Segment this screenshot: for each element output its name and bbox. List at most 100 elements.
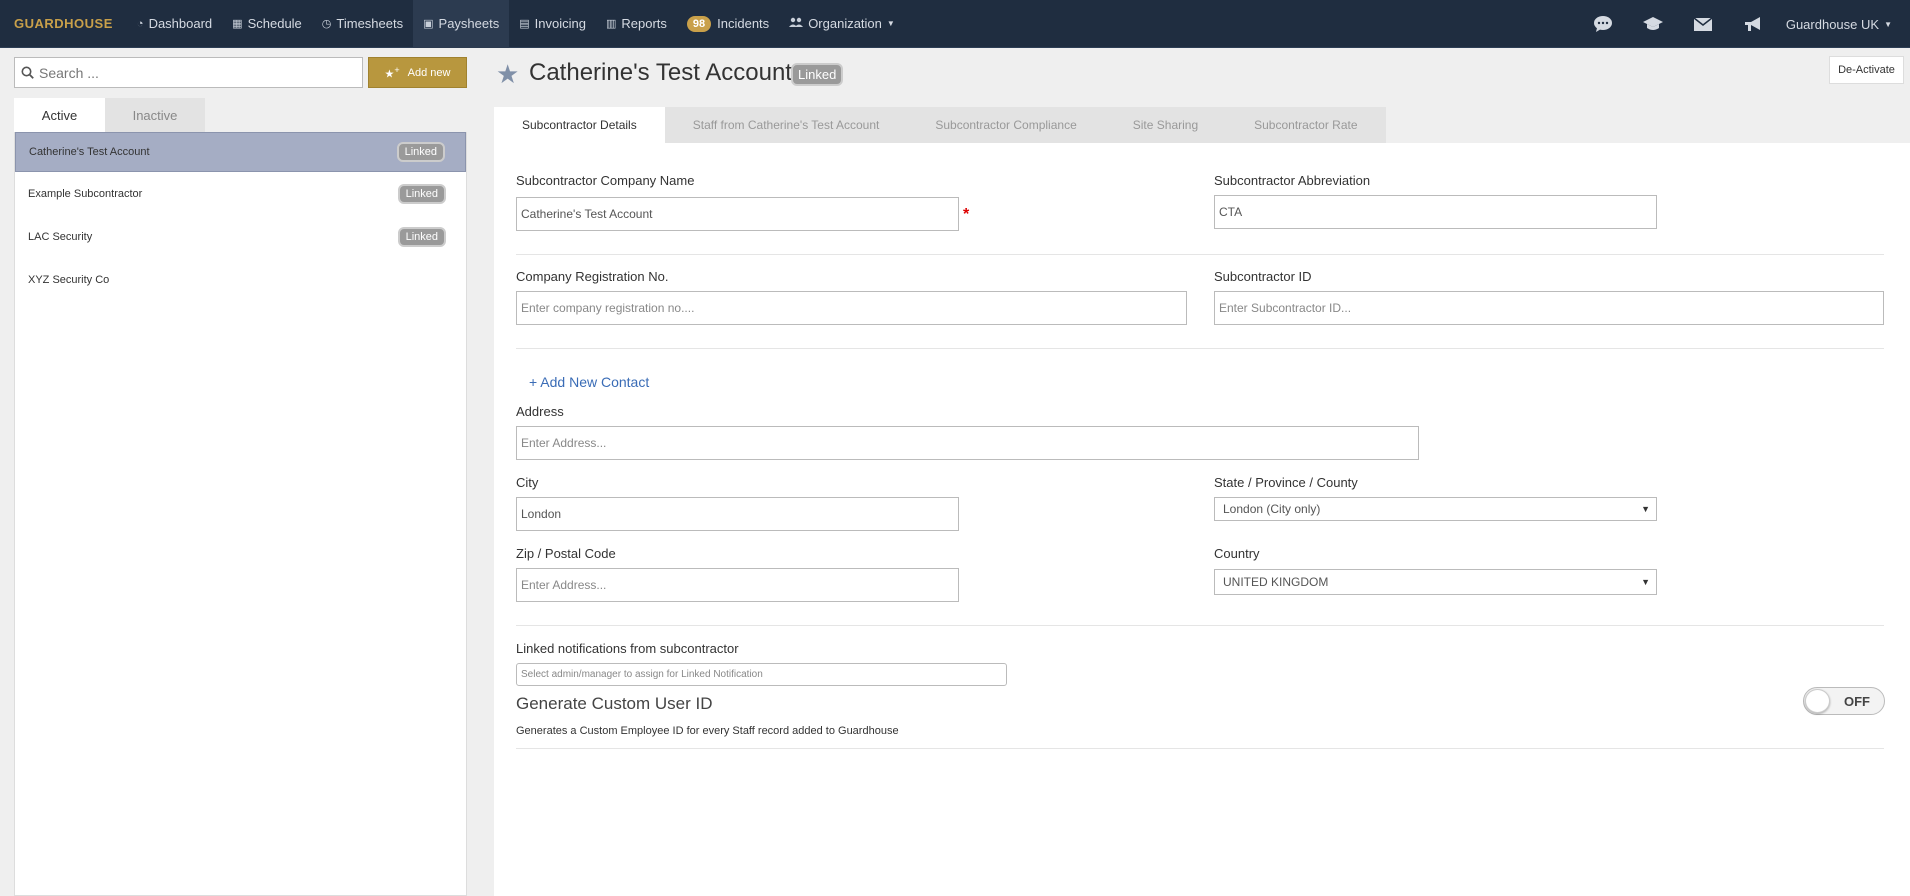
subcontractor-list: Catherine's Test Account Linked Example … — [14, 132, 467, 896]
tab-rate[interactable]: Subcontractor Rate — [1226, 107, 1386, 143]
chevron-down-icon: ▼ — [1641, 577, 1650, 587]
subcontractor-id-label: Subcontractor ID — [1214, 269, 1312, 284]
linked-badge: Linked — [397, 183, 446, 204]
nav-incidents[interactable]: 98 Incidents — [677, 0, 779, 48]
invoice-icon: ▤ — [519, 18, 530, 30]
users-icon — [789, 17, 804, 31]
user-name: Guardhouse UK — [1785, 16, 1880, 32]
state-label: State / Province / County — [1214, 475, 1358, 490]
linked-notifications-label: Linked notifications from subcontractor — [516, 641, 739, 656]
left-tabs: Active Inactive — [14, 98, 205, 132]
divider — [516, 748, 1884, 749]
search-icon — [21, 66, 34, 79]
address-input[interactable] — [516, 426, 1419, 460]
chevron-down-icon: ▼ — [1641, 504, 1650, 514]
chevron-down-icon: ▼ — [1884, 19, 1892, 29]
custom-id-description: Generates a Custom Employee ID for every… — [516, 725, 899, 737]
zip-input[interactable] — [516, 568, 959, 602]
list-item-name: Catherine's Test Account — [29, 146, 150, 158]
toggle-state-label: OFF — [1844, 694, 1870, 709]
registration-input[interactable] — [516, 291, 1187, 325]
tab-active[interactable]: Active — [14, 98, 105, 132]
abbreviation-input[interactable] — [1214, 195, 1657, 229]
divider — [516, 348, 1884, 349]
nav-schedule-label: Schedule — [247, 16, 302, 31]
nav-organization[interactable]: Organization ▼ — [779, 0, 905, 48]
user-menu[interactable]: Guardhouse UK ▼ — [1778, 0, 1910, 48]
list-item[interactable]: Catherine's Test Account Linked — [15, 132, 466, 172]
chat-icon[interactable] — [1578, 0, 1628, 48]
nav-dashboard-label: Dashboard — [148, 16, 213, 31]
add-new-button[interactable]: ★+ Add new — [368, 57, 467, 88]
clock-icon: ◷ — [321, 18, 332, 30]
graduation-cap-icon[interactable] — [1628, 0, 1678, 48]
nav-schedule[interactable]: ▦ Schedule — [222, 0, 312, 48]
city-input[interactable] — [516, 497, 959, 531]
nav-invoicing[interactable]: ▤ Invoicing — [509, 0, 596, 48]
nav-timesheets[interactable]: ◷ Timesheets — [312, 0, 413, 48]
state-value: London (City only) — [1223, 502, 1321, 516]
nav-reports[interactable]: ▥ Reports — [596, 0, 677, 48]
registration-label: Company Registration No. — [516, 269, 669, 284]
page-title: Catherine's Test Account — [529, 59, 792, 86]
company-name-label: Subcontractor Company Name — [516, 173, 695, 188]
calendar-icon: ▦ — [232, 18, 243, 30]
top-navbar: GUARDHOUSE ◔ Dashboard ▦ Schedule ◷ Time… — [0, 0, 1910, 48]
list-item-name: XYZ Security Co — [28, 273, 110, 286]
abbreviation-label: Subcontractor Abbreviation — [1214, 173, 1371, 188]
list-item[interactable]: LAC Security Linked — [15, 215, 466, 258]
divider — [516, 625, 1884, 626]
linked-notifications-input[interactable] — [516, 663, 1007, 686]
linked-badge: Linked — [397, 226, 446, 247]
star-plus-icon: ★+ — [384, 64, 400, 81]
state-select[interactable]: London (City only) ▼ — [1214, 497, 1657, 521]
search-input[interactable] — [39, 64, 339, 81]
nav-invoicing-label: Invoicing — [534, 16, 586, 31]
tab-subcontractor-details[interactable]: Subcontractor Details — [494, 107, 665, 143]
status-badge: Linked — [791, 63, 844, 86]
nav-reports-label: Reports — [621, 16, 667, 31]
list-item[interactable]: Example Subcontractor Linked — [15, 172, 466, 215]
megaphone-icon[interactable] — [1728, 0, 1778, 48]
detail-tabs: Subcontractor Details Staff from Catheri… — [494, 107, 1386, 143]
subcontractor-id-input[interactable] — [1214, 291, 1884, 325]
dashboard-icon: ◔ — [136, 17, 144, 30]
nav-timesheets-label: Timesheets — [336, 16, 404, 31]
nav-paysheets[interactable]: ▣ Paysheets — [413, 0, 510, 48]
money-icon: ▣ — [423, 18, 434, 30]
envelope-icon[interactable] — [1678, 0, 1728, 48]
country-value: UNITED KINGDOM — [1223, 575, 1329, 589]
address-label: Address — [516, 404, 564, 419]
brand-logo[interactable]: GUARDHOUSE — [0, 0, 127, 48]
tab-staff[interactable]: Staff from Catherine's Test Account — [664, 107, 908, 143]
search-box — [14, 57, 363, 88]
tab-compliance[interactable]: Subcontractor Compliance — [907, 107, 1105, 143]
deactivate-button[interactable]: De-Activate — [1829, 56, 1904, 84]
nav-incidents-label: Incidents — [717, 16, 770, 31]
nav-paysheets-label: Paysheets — [438, 16, 500, 31]
country-select[interactable]: UNITED KINGDOM ▼ — [1214, 569, 1657, 595]
tab-inactive[interactable]: Inactive — [105, 98, 205, 132]
company-name-input[interactable] — [516, 197, 959, 231]
incident-count-badge: 98 — [686, 15, 712, 32]
nav-right: Guardhouse UK ▼ — [1578, 0, 1910, 48]
star-icon[interactable]: ★ — [496, 60, 519, 88]
tab-site-sharing[interactable]: Site Sharing — [1104, 107, 1227, 143]
custom-id-title: Generate Custom User ID — [516, 694, 713, 713]
add-contact-link[interactable]: + Add New Contact — [529, 374, 649, 390]
zip-label: Zip / Postal Code — [516, 546, 616, 561]
toggle-knob — [1805, 689, 1830, 713]
list-item-name: LAC Security — [28, 230, 93, 243]
city-label: City — [516, 475, 539, 490]
required-asterisk: * — [963, 206, 970, 223]
nav-dashboard[interactable]: ◔ Dashboard — [127, 0, 222, 48]
list-item[interactable]: XYZ Security Co — [15, 258, 466, 301]
chevron-down-icon: ▼ — [886, 19, 895, 28]
divider — [516, 254, 1884, 255]
country-label: Country — [1214, 546, 1260, 561]
nav-organization-label: Organization — [808, 16, 882, 31]
add-new-label: Add new — [407, 66, 451, 79]
table-icon: ▥ — [605, 18, 617, 30]
custom-id-toggle[interactable]: OFF — [1803, 687, 1885, 715]
list-item-name: Example Subcontractor — [28, 187, 143, 200]
